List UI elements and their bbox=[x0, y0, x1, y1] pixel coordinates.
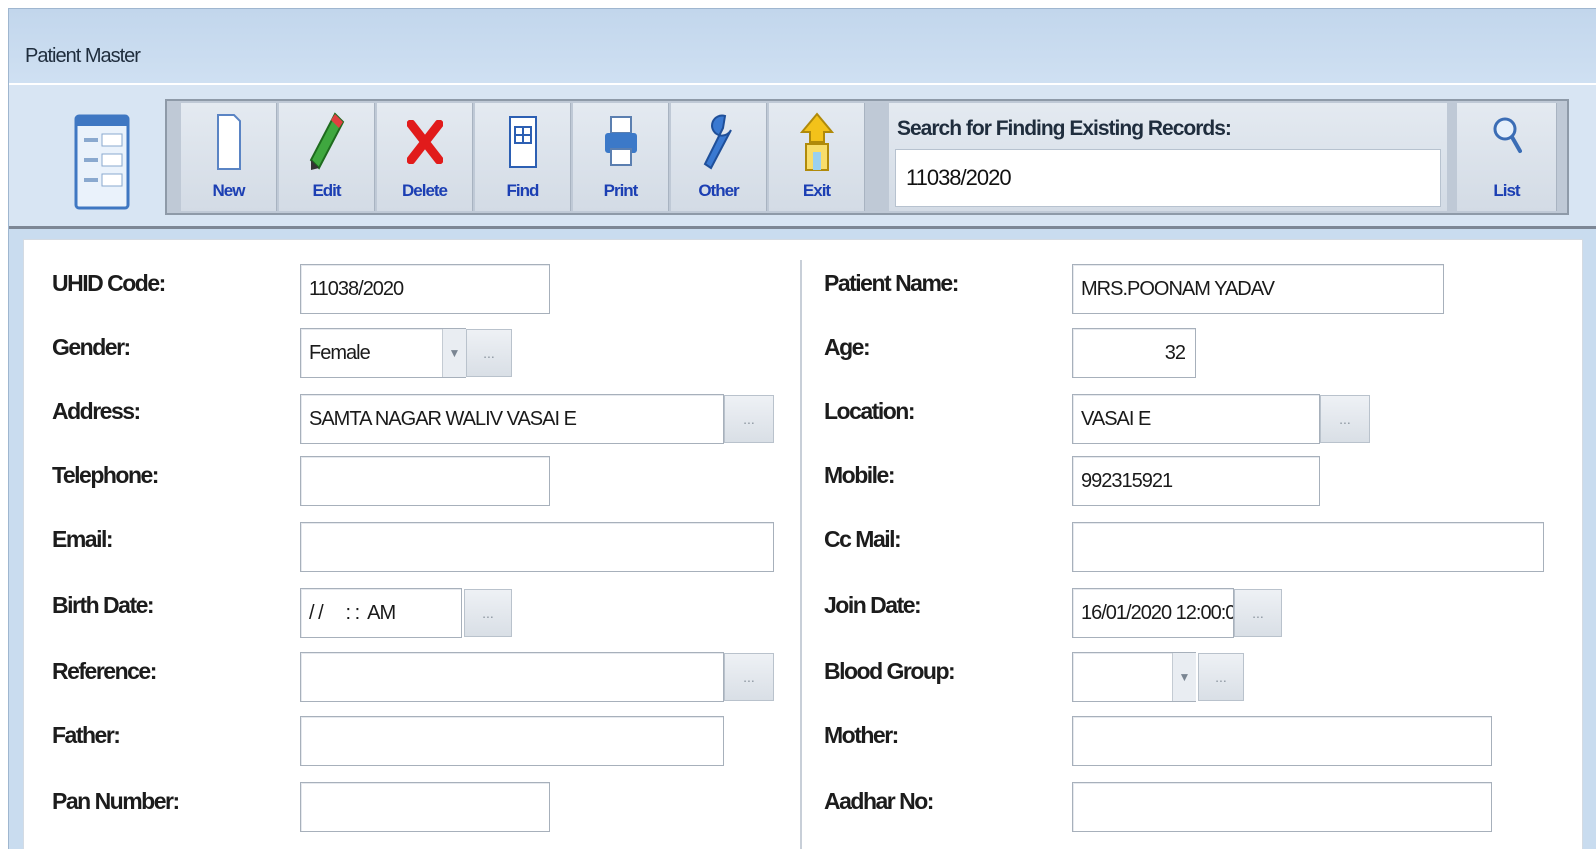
patient-name-label: Patient Name: bbox=[824, 270, 959, 296]
title-bar: Patient Master bbox=[9, 9, 1596, 83]
location-lookup-button[interactable]: ... bbox=[1320, 395, 1370, 443]
mother-label: Mother: bbox=[824, 722, 899, 748]
side-button-dots: ... bbox=[483, 345, 495, 361]
other-label: Other bbox=[698, 181, 739, 200]
email-label: Email: bbox=[52, 526, 114, 552]
red-x-icon bbox=[406, 109, 443, 175]
find-label: Find bbox=[506, 181, 540, 200]
exit-button[interactable]: Exit bbox=[769, 103, 865, 211]
father-label: Father: bbox=[52, 722, 121, 748]
list-label: List bbox=[1493, 181, 1520, 200]
gender-label: Gender: bbox=[52, 334, 131, 360]
side-button-dots: ... bbox=[743, 411, 755, 427]
side-button-dots: ... bbox=[1215, 669, 1227, 685]
gender-dropdown-arrow[interactable]: ▼ bbox=[442, 329, 466, 377]
printer-icon bbox=[603, 109, 639, 175]
delete-button[interactable]: Delete bbox=[377, 103, 473, 211]
birth-date-input[interactable] bbox=[300, 588, 462, 638]
email-input[interactable] bbox=[300, 522, 774, 572]
pan-number-label: Pan Number: bbox=[52, 788, 180, 814]
mother-input[interactable] bbox=[1072, 716, 1492, 766]
print-label: Print bbox=[603, 181, 639, 200]
address-label: Address: bbox=[52, 398, 141, 424]
location-label: Location: bbox=[824, 398, 916, 424]
age-label: Age: bbox=[824, 334, 871, 360]
birth-date-label: Birth Date: bbox=[52, 592, 155, 618]
search-label: Search for Finding Existing Records: bbox=[897, 117, 1232, 140]
reference-label: Reference: bbox=[52, 658, 157, 684]
pan-number-input[interactable] bbox=[300, 782, 550, 832]
father-input[interactable] bbox=[300, 716, 724, 766]
print-button[interactable]: Print bbox=[573, 103, 669, 211]
gender-lookup-button[interactable]: ... bbox=[466, 329, 512, 377]
wrench-icon bbox=[701, 109, 737, 175]
column-divider bbox=[800, 260, 802, 849]
find-button[interactable]: Find bbox=[475, 103, 571, 211]
list-button[interactable]: List bbox=[1457, 103, 1557, 211]
side-button-dots: ... bbox=[1252, 605, 1264, 621]
mobile-label: Mobile: bbox=[824, 462, 896, 488]
patient-form: UHID Code: Gender: ▼ ... Address: ... Te… bbox=[23, 239, 1583, 849]
door-exit-icon bbox=[799, 109, 834, 175]
uhid-label: UHID Code: bbox=[52, 270, 166, 296]
blood-group-lookup-button[interactable]: ... bbox=[1198, 653, 1244, 701]
side-button-dots: ... bbox=[1339, 411, 1351, 427]
reference-lookup-button[interactable]: ... bbox=[724, 653, 774, 701]
pencil-icon bbox=[309, 109, 345, 175]
join-date-input[interactable] bbox=[1072, 588, 1234, 638]
toolbar-area: New Edit Delete Find Print Other Exit Se… bbox=[9, 83, 1596, 229]
age-input[interactable] bbox=[1072, 328, 1196, 378]
location-input[interactable] bbox=[1072, 394, 1320, 444]
search-panel: Search for Finding Existing Records: bbox=[889, 103, 1447, 211]
new-document-icon bbox=[216, 109, 242, 175]
aadhar-no-label: Aadhar No: bbox=[824, 788, 934, 814]
toolbar: New Edit Delete Find Print Other Exit Se… bbox=[165, 99, 1569, 215]
search-input[interactable] bbox=[895, 149, 1441, 207]
blood-group-dropdown-arrow[interactable]: ▼ bbox=[1172, 653, 1196, 701]
join-date-label: Join Date: bbox=[824, 592, 922, 618]
window-title: Patient Master bbox=[25, 45, 141, 67]
magnifier-icon bbox=[1492, 109, 1522, 175]
aadhar-no-input[interactable] bbox=[1072, 782, 1492, 832]
telephone-input[interactable] bbox=[300, 456, 550, 506]
birth-date-picker-button[interactable]: ... bbox=[464, 589, 512, 637]
delete-label: Delete bbox=[401, 181, 448, 200]
address-lookup-button[interactable]: ... bbox=[724, 395, 774, 443]
telephone-label: Telephone: bbox=[52, 462, 159, 488]
join-date-picker-button[interactable]: ... bbox=[1234, 589, 1282, 637]
reference-input[interactable] bbox=[300, 652, 724, 702]
exit-label: Exit bbox=[802, 181, 831, 200]
patient-name-input[interactable] bbox=[1072, 264, 1444, 314]
side-button-dots: ... bbox=[482, 605, 494, 621]
edit-button[interactable]: Edit bbox=[279, 103, 375, 211]
mobile-input[interactable] bbox=[1072, 456, 1320, 506]
patient-master-window: Patient Master New Edit Delete Find Prin… bbox=[8, 8, 1596, 849]
cc-mail-input[interactable] bbox=[1072, 522, 1544, 572]
side-button-dots: ... bbox=[743, 669, 755, 685]
edit-label: Edit bbox=[312, 181, 341, 200]
address-input[interactable] bbox=[300, 394, 724, 444]
grid-find-icon bbox=[508, 109, 538, 175]
other-button[interactable]: Other bbox=[671, 103, 767, 211]
cc-mail-label: Cc Mail: bbox=[824, 526, 902, 552]
blood-group-label: Blood Group: bbox=[824, 658, 956, 684]
uhid-input[interactable] bbox=[300, 264, 550, 314]
new-label: New bbox=[212, 181, 246, 200]
new-button[interactable]: New bbox=[181, 103, 277, 211]
form-icon bbox=[47, 103, 157, 221]
